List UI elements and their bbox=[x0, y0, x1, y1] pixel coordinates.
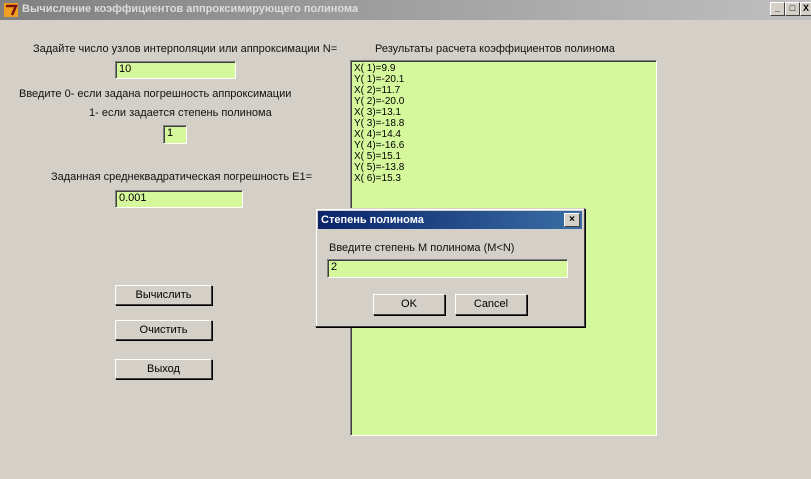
result-line: X( 1)=9.9 bbox=[354, 63, 396, 74]
dialog-prompt: Введите степень М полинома (M<N) bbox=[329, 242, 515, 254]
window-title: Вычисление коэффициентов аппроксимирующе… bbox=[22, 3, 359, 15]
exit-button[interactable]: Выход bbox=[115, 359, 212, 379]
mode-label-1: Введите 0- если задана погрешность аппро… bbox=[19, 88, 292, 100]
degree-dialog: Степень полинома × Введите степень М пол… bbox=[315, 208, 585, 327]
app-icon bbox=[4, 3, 18, 17]
error-label: Заданная среднеквадратическая погрешност… bbox=[51, 171, 313, 183]
minimize-button[interactable]: _ bbox=[770, 2, 785, 16]
clear-button[interactable]: Очистить bbox=[115, 320, 212, 340]
calculate-button[interactable]: Вычислить bbox=[115, 285, 212, 305]
close-button[interactable]: X bbox=[800, 2, 811, 16]
window-titlebar[interactable]: Вычисление коэффициентов аппроксимирующе… bbox=[0, 0, 811, 20]
dialog-title: Степень полинома bbox=[321, 214, 424, 226]
results-label: Результаты расчета коэффициентов полином… bbox=[375, 43, 615, 55]
degree-input[interactable]: 2 bbox=[327, 259, 568, 278]
result-line: X( 2)=11.7 bbox=[354, 85, 401, 96]
error-input[interactable]: 0.001 bbox=[115, 190, 243, 208]
result-line: X( 5)=15.1 bbox=[354, 151, 401, 162]
ok-button[interactable]: OK bbox=[373, 294, 445, 315]
result-line: Y( 5)=-13.8 bbox=[354, 162, 405, 173]
dialog-titlebar[interactable]: Степень полинома × bbox=[318, 211, 582, 229]
result-line: Y( 1)=-20.1 bbox=[354, 74, 405, 85]
result-line: Y( 4)=-16.6 bbox=[354, 140, 405, 151]
result-line: Y( 3)=-18.8 bbox=[354, 118, 405, 129]
result-line: X( 4)=14.4 bbox=[354, 129, 401, 140]
dialog-close-icon[interactable]: × bbox=[564, 213, 580, 227]
result-line: X( 3)=13.1 bbox=[354, 107, 401, 118]
n-label: Задайте число узлов интерполяции или апп… bbox=[33, 43, 338, 55]
maximize-button[interactable]: □ bbox=[785, 2, 800, 16]
result-line: X( 6)=15.3 bbox=[354, 173, 401, 184]
cancel-button[interactable]: Cancel bbox=[455, 294, 527, 315]
result-line: Y( 2)=-20.0 bbox=[354, 96, 405, 107]
n-input[interactable]: 10 bbox=[115, 61, 236, 79]
mode-input[interactable]: 1 bbox=[163, 125, 187, 144]
mode-label-2: 1- если задается степень полинома bbox=[89, 107, 272, 119]
